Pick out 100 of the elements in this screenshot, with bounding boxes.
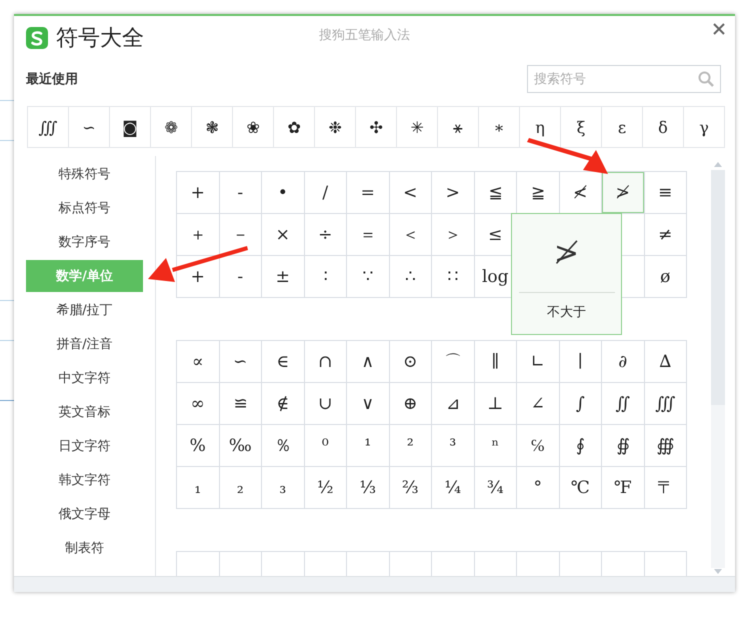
close-icon[interactable] xyxy=(713,23,725,35)
symbol-cell[interactable]: ∷ xyxy=(432,256,474,297)
symbol-cell[interactable]: ∧ xyxy=(347,341,388,382)
recent-symbol[interactable]: ∽ xyxy=(69,107,109,147)
symbol-cell[interactable]: ∝ xyxy=(177,341,218,382)
symbol-cell[interactable]: ± xyxy=(262,256,304,297)
recent-symbol[interactable]: ❉ xyxy=(315,107,355,147)
category-item[interactable]: 日文字符 xyxy=(26,430,143,462)
symbol-cell[interactable]: ½ xyxy=(304,467,346,508)
recent-symbol[interactable]: δ xyxy=(643,107,683,147)
recent-symbol[interactable]: ❃ xyxy=(192,107,232,147)
symbol-cell[interactable]: - xyxy=(220,256,261,297)
symbol-cell[interactable]: ‰ xyxy=(220,425,261,466)
symbol-cell[interactable]: ⊕ xyxy=(390,383,431,424)
symbol-cell[interactable]: ⁿ xyxy=(474,425,516,466)
symbol-cell[interactable]: ∩ xyxy=(304,341,346,382)
symbol-cell[interactable]: ∰ xyxy=(644,425,686,466)
symbol-cell[interactable]: + xyxy=(177,172,218,213)
symbol-cell[interactable]: ∉ xyxy=(262,383,304,424)
symbol-cell[interactable]: ∣ xyxy=(560,341,601,382)
category-item[interactable]: 特殊符号 xyxy=(26,158,143,190)
symbol-cell[interactable]: ℅ xyxy=(517,425,558,466)
category-item[interactable]: 韩文字符 xyxy=(26,464,143,496)
symbol-cell[interactable]: ≯ xyxy=(602,172,644,213)
recent-symbol[interactable]: ❁ xyxy=(151,107,191,147)
category-item[interactable]: 英文音标 xyxy=(26,396,143,428)
recent-symbol[interactable]: η xyxy=(520,107,560,147)
category-item[interactable]: 标点符号 xyxy=(26,192,143,224)
symbol-cell[interactable]: ∨ xyxy=(347,383,388,424)
symbol-cell[interactable]: ¾ xyxy=(474,467,516,508)
symbol-cell[interactable]: ∫ xyxy=(560,383,601,424)
category-item[interactable]: 制表符 xyxy=(26,532,143,564)
symbol-cell[interactable]: ％ xyxy=(262,425,304,466)
symbol-cell[interactable]: < xyxy=(390,172,431,213)
symbol-cell[interactable]: ∟ xyxy=(517,341,558,382)
symbol-cell[interactable]: ≠ xyxy=(644,214,686,255)
symbol-cell[interactable]: 〒 xyxy=(644,467,686,508)
symbol-cell[interactable]: ∭ xyxy=(644,383,686,424)
recent-symbol[interactable]: ∗ xyxy=(479,107,519,147)
scroll-up-icon[interactable] xyxy=(713,160,723,168)
recent-symbol[interactable]: ε xyxy=(602,107,642,147)
symbol-cell[interactable]: ⊿ xyxy=(432,383,474,424)
symbol-cell[interactable]: ø xyxy=(644,256,686,297)
symbol-cell[interactable]: ∴ xyxy=(390,256,431,297)
symbol-cell[interactable]: ＝ xyxy=(347,214,388,255)
symbol-cell[interactable]: / xyxy=(304,172,346,213)
symbol-cell[interactable]: ∈ xyxy=(262,341,304,382)
category-item[interactable]: 中文字符 xyxy=(26,362,143,394)
symbol-cell[interactable]: ¹ xyxy=(347,425,388,466)
recent-symbol[interactable]: ✿ xyxy=(274,107,314,147)
recent-symbol[interactable]: ❀ xyxy=(233,107,273,147)
symbol-cell[interactable]: ℃ xyxy=(560,467,601,508)
symbol-cell[interactable]: ≧ xyxy=(517,172,558,213)
symbol-cell[interactable]: = xyxy=(347,172,388,213)
symbol-cell[interactable]: ₃ xyxy=(262,467,304,508)
recent-symbol[interactable]: ξ xyxy=(561,107,601,147)
symbol-cell[interactable]: ≡ xyxy=(644,172,686,213)
symbol-cell[interactable]: % xyxy=(177,425,218,466)
symbol-cell[interactable]: ∪ xyxy=(304,383,346,424)
symbol-cell[interactable]: • xyxy=(262,172,304,213)
category-item[interactable]: 拼音/注音 xyxy=(26,328,143,360)
symbol-cell[interactable]: ∶ xyxy=(304,256,346,297)
symbol-cell[interactable]: ∽ xyxy=(220,341,261,382)
symbol-cell[interactable]: ＞ xyxy=(432,214,474,255)
category-item[interactable]: 数字序号 xyxy=(26,226,143,258)
symbol-cell[interactable]: ∯ xyxy=(602,425,644,466)
symbol-cell[interactable]: － xyxy=(220,214,261,255)
symbol-cell[interactable]: - xyxy=(220,172,261,213)
symbol-cell[interactable]: ₁ xyxy=(177,467,218,508)
recent-symbol[interactable]: ✣ xyxy=(356,107,396,147)
symbol-cell[interactable]: ⁰ xyxy=(304,425,346,466)
search-icon[interactable] xyxy=(698,71,714,87)
symbol-cell[interactable]: ℉ xyxy=(602,467,644,508)
recent-symbol[interactable]: ◙ xyxy=(110,107,150,147)
symbol-cell[interactable]: ∠ xyxy=(517,383,558,424)
recent-symbol[interactable]: ⚹ xyxy=(438,107,478,147)
symbol-cell[interactable]: ⌒ xyxy=(432,341,474,382)
symbol-cell[interactable]: × xyxy=(262,214,304,255)
symbol-cell[interactable]: ≌ xyxy=(220,383,261,424)
symbol-cell[interactable]: ≦ xyxy=(474,172,516,213)
symbol-cell[interactable]: ＋ xyxy=(177,214,218,255)
symbol-cell[interactable]: ≮ xyxy=(560,172,601,213)
symbol-cell[interactable]: + xyxy=(177,256,218,297)
symbol-cell[interactable]: > xyxy=(432,172,474,213)
recent-symbol[interactable]: γ xyxy=(684,107,724,147)
symbol-cell[interactable]: ∆ xyxy=(644,341,686,382)
symbol-cell[interactable]: ∵ xyxy=(347,256,388,297)
symbol-cell[interactable]: ⅓ xyxy=(347,467,388,508)
symbol-cell[interactable]: ⅔ xyxy=(390,467,431,508)
symbol-cell[interactable]: ⊙ xyxy=(390,341,431,382)
symbol-cell[interactable]: ⊥ xyxy=(474,383,516,424)
symbol-cell[interactable]: ∞ xyxy=(177,383,218,424)
symbol-cell[interactable]: ₂ xyxy=(220,467,261,508)
scrollbar-thumb[interactable] xyxy=(711,170,725,405)
symbol-cell[interactable]: ＜ xyxy=(390,214,431,255)
symbol-cell[interactable]: ° xyxy=(517,467,558,508)
recent-symbol[interactable]: ∭ xyxy=(28,107,68,147)
symbol-cell[interactable]: ∮ xyxy=(560,425,601,466)
symbol-cell[interactable]: ∂ xyxy=(602,341,644,382)
recent-symbol[interactable]: ✳ xyxy=(397,107,437,147)
